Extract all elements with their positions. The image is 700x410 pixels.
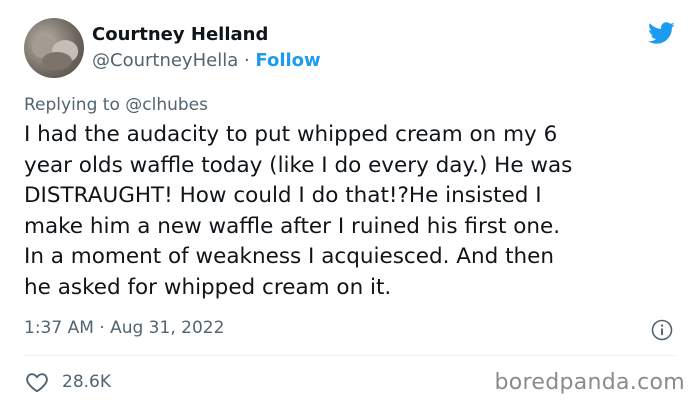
author-handle-row: @CourtneyHella · Follow (92, 48, 321, 74)
tweet-card: Courtney Helland @CourtneyHella · Follow… (0, 0, 700, 410)
watermark: boredpanda.com (494, 370, 685, 395)
replying-to: Replying to @clhubes (24, 95, 208, 115)
follow-button[interactable]: Follow (255, 50, 320, 71)
tweet-text: I had the audacity to put whipped cream … (24, 120, 680, 303)
heart-icon[interactable] (24, 369, 50, 395)
tweet-text-line: make him a new waffle after I ruined his… (24, 213, 561, 239)
tweet-text-line: he asked for whipped cream on it. (24, 274, 392, 300)
replying-to-label: Replying to (24, 95, 126, 115)
divider (24, 355, 676, 356)
reply-handle-link[interactable]: @clhubes (125, 95, 208, 115)
avatar-cat-shape (42, 52, 72, 70)
info-icon[interactable] (650, 318, 674, 342)
tweet-text-line: DISTRAUGHT! How could I do that!?He insi… (24, 183, 542, 208)
like-count: 28.6K (62, 372, 111, 392)
tweet-text-line: In a moment of weakness I acquiesced. An… (24, 244, 554, 269)
author-handle[interactable]: @CourtneyHella (92, 50, 238, 71)
avatar[interactable] (24, 18, 84, 78)
like-action[interactable]: 28.6K (24, 368, 111, 396)
twitter-bird-icon[interactable] (645, 19, 677, 47)
author-identity: Courtney Helland @CourtneyHella · Follow (92, 22, 321, 74)
tweet-text-line: I had the audacity to put whipped cream … (24, 122, 558, 147)
tweet-header: Courtney Helland @CourtneyHella · Follow (24, 17, 321, 79)
author-name[interactable]: Courtney Helland (92, 22, 321, 48)
separator-dot: · (238, 50, 256, 71)
tweet-text-line: year olds waffle today (like I do every … (24, 152, 573, 178)
tweet-timestamp[interactable]: 1:37 AM · Aug 31, 2022 (24, 318, 224, 338)
